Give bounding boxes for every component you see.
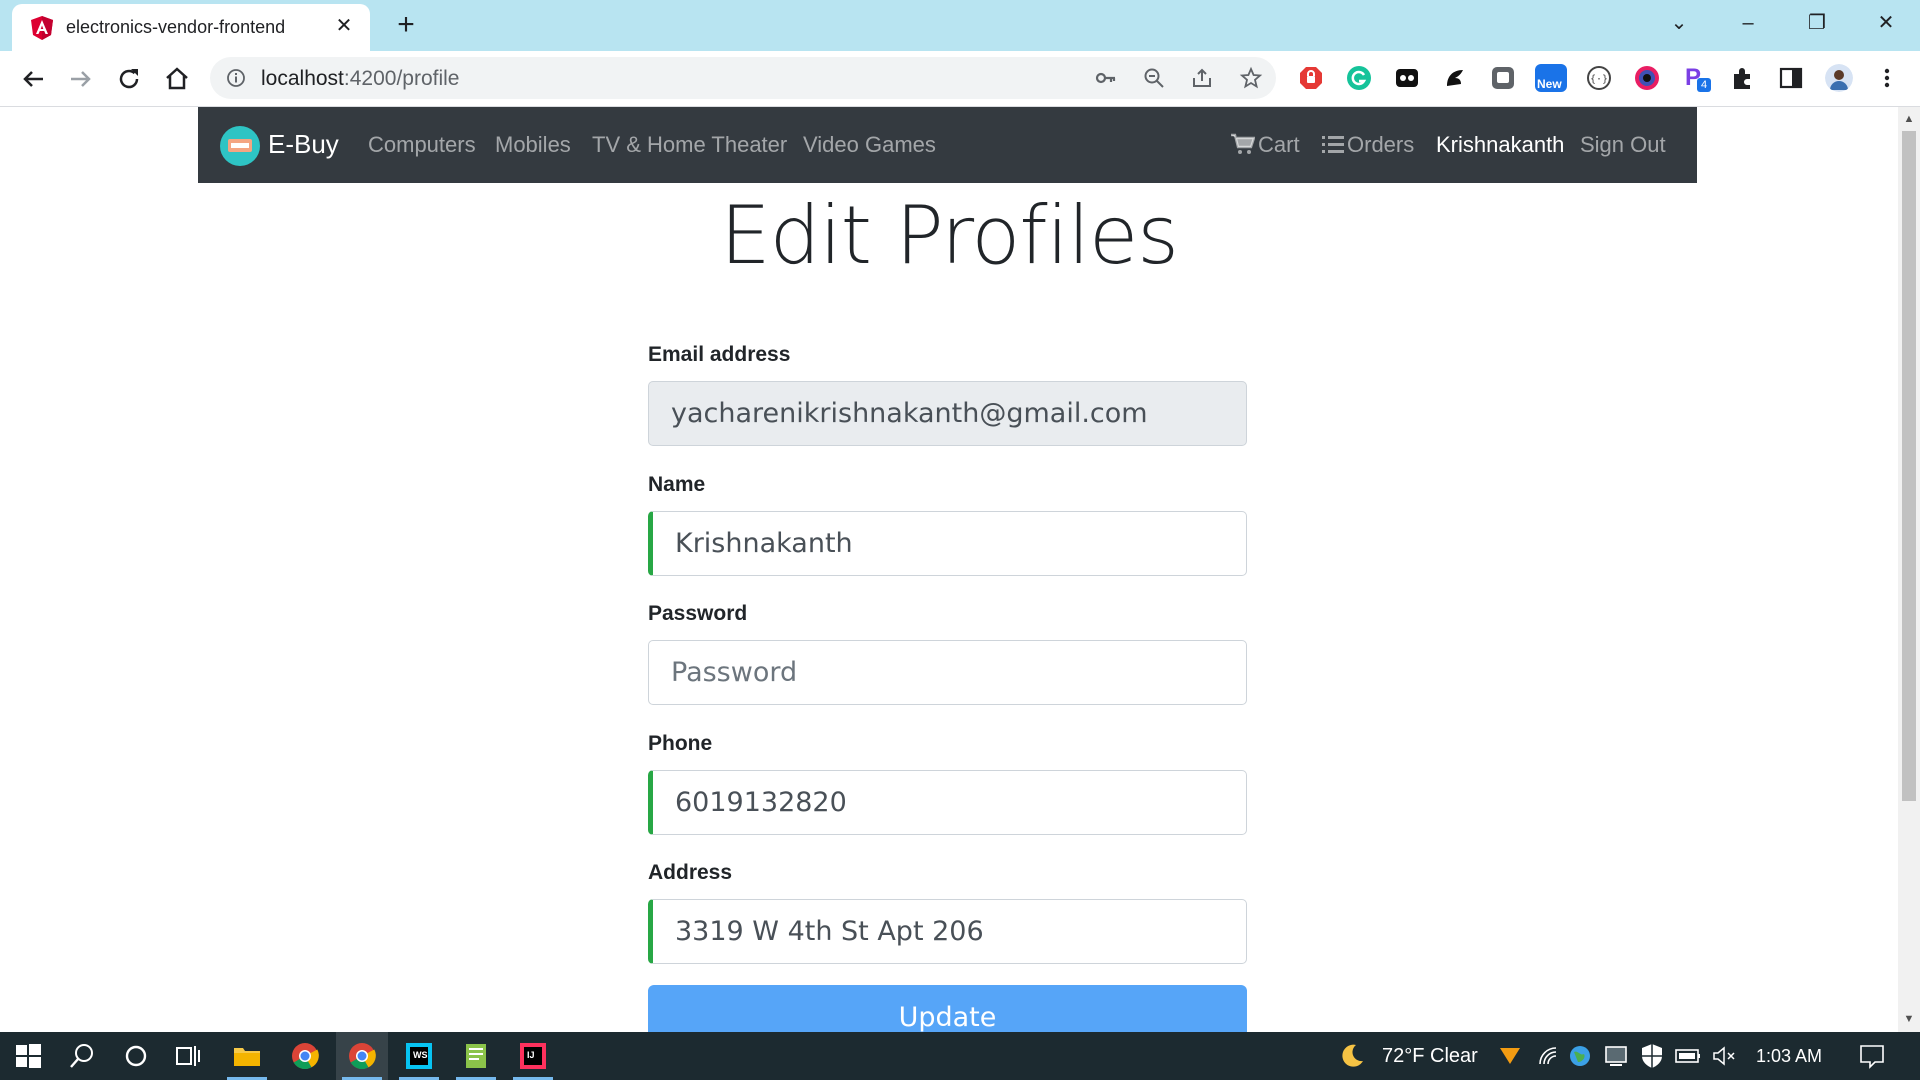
battery-icon[interactable] [1672,1040,1704,1072]
extensions-puzzle-icon[interactable] [1729,64,1757,92]
nav-video-games[interactable]: Video Games [803,132,936,158]
address-field[interactable] [648,899,1247,964]
notepad-icon[interactable] [460,1040,492,1072]
svg-text:{·}: {·} [1590,74,1608,85]
tab-search-icon[interactable]: ⌄ [1661,8,1697,38]
extension-icon-4[interactable] [1441,64,1469,92]
ebuy-logo-icon[interactable] [220,126,260,166]
scroll-up-icon[interactable]: ▲ [1903,113,1915,125]
extension-icon-3[interactable] [1393,64,1421,92]
update-button[interactable]: Update [648,985,1247,1032]
search-icon[interactable] [66,1040,98,1072]
phone-field[interactable] [648,770,1247,835]
email-field[interactable] [648,381,1247,446]
chrome-menu-icon[interactable] [1873,64,1901,92]
security-shield-icon[interactable] [1636,1040,1668,1072]
browser-tabstrip: electronics-vendor-frontend ✕ + ⌄ – ❐ ✕ [0,0,1920,51]
nav-user-profile[interactable]: Krishnakanth [1436,132,1564,158]
clock-time[interactable]: 1:03 AM [1756,1046,1822,1067]
new-extension-icon[interactable]: New [1535,64,1567,92]
notifications-icon[interactable] [1856,1040,1888,1072]
name-field[interactable] [648,511,1247,576]
nav-mobiles[interactable]: Mobiles [495,132,571,158]
reload-icon[interactable] [113,63,145,95]
tab-title: electronics-vendor-frontend [66,17,286,37]
vlc-tray-icon[interactable] [1494,1040,1526,1072]
adblock-extension-icon[interactable] [1297,64,1325,92]
svg-text:IJ: IJ [527,1050,535,1060]
extension-icon-8[interactable] [1633,64,1661,92]
nav-computers[interactable]: Computers [368,132,476,158]
home-icon[interactable] [161,63,193,95]
intellij-icon[interactable]: IJ [517,1040,549,1072]
url-text[interactable]: localhost:4200/profile [261,67,459,91]
file-explorer-icon[interactable] [231,1040,263,1072]
task-view-icon[interactable] [172,1040,204,1072]
nav-orders[interactable]: Orders [1322,132,1414,158]
angular-icon [31,16,53,40]
browser-tab[interactable]: electronics-vendor-frontend ✕ [12,4,370,51]
extension-icon-5[interactable] [1489,64,1517,92]
forward-icon[interactable] [65,63,97,95]
scroll-down-icon[interactable]: ▼ [1903,1013,1915,1025]
extension-count-badge: 4 [1697,78,1711,92]
extension-icon-9[interactable]: P 4 [1681,64,1711,92]
address-label: Address [648,861,733,884]
email-label: Email address [648,343,791,366]
site-navbar: E-Buy Computers Mobiles TV & Home Theate… [198,107,1697,183]
nav-cart[interactable]: Cart [1231,132,1300,158]
page-scrollbar[interactable]: ▲ ▼ [1898,107,1920,1032]
nav-sign-out[interactable]: Sign Out [1580,132,1666,158]
windows-taskbar: WS IJ 72°F Clear 1:03 AM [0,1032,1920,1080]
close-tab-icon[interactable]: ✕ [332,14,356,38]
bookmark-star-icon[interactable] [1239,66,1263,90]
orders-label: Orders [1347,132,1415,157]
minimize-icon[interactable]: – [1730,8,1766,38]
svg-text:WS: WS [413,1050,428,1060]
cart-label: Cart [1258,132,1300,157]
side-panel-icon[interactable] [1777,64,1805,92]
grammarly-extension-icon[interactable] [1345,64,1373,92]
nav-tv-home-theater[interactable]: TV & Home Theater [592,132,787,158]
address-bar[interactable]: localhost:4200/profile [210,57,1276,99]
new-tab-icon[interactable]: + [392,10,420,40]
cortana-icon[interactable] [120,1040,152,1072]
weather-text[interactable]: 72°F Clear [1382,1045,1478,1068]
password-label: Password [648,602,748,625]
extension-new-badge: New [1537,77,1562,91]
devtools-extension-icon[interactable]: {·} [1585,64,1613,92]
password-field[interactable] [648,640,1247,705]
page-title: Edit Profiles [720,189,1179,282]
chrome-icon[interactable] [289,1040,321,1072]
windows-start-icon[interactable] [12,1040,44,1072]
scroll-thumb[interactable] [1902,131,1916,801]
globe-tray-icon[interactable] [1564,1040,1596,1072]
restore-icon[interactable]: ❐ [1799,8,1835,38]
name-label: Name [648,473,706,496]
cart-icon [1231,133,1256,154]
list-icon [1322,136,1344,153]
moon-weather-icon[interactable] [1336,1040,1368,1072]
network-tray-icon[interactable] [1600,1040,1632,1072]
profile-avatar-icon[interactable] [1825,64,1853,92]
site-info-icon[interactable] [226,68,246,88]
back-icon[interactable] [17,63,49,95]
brand-link[interactable]: E-Buy [268,129,339,160]
webstorm-icon[interactable]: WS [403,1040,435,1072]
wifi-icon[interactable] [1532,1040,1564,1072]
volume-muted-icon[interactable] [1708,1040,1740,1072]
close-window-icon[interactable]: ✕ [1868,8,1904,38]
chrome-active-window-icon[interactable] [346,1040,378,1072]
key-icon[interactable] [1094,66,1118,90]
phone-label: Phone [648,732,713,755]
share-icon[interactable] [1190,66,1214,90]
zoom-icon[interactable] [1142,66,1166,90]
page-viewport: E-Buy Computers Mobiles TV & Home Theate… [0,107,1898,1032]
